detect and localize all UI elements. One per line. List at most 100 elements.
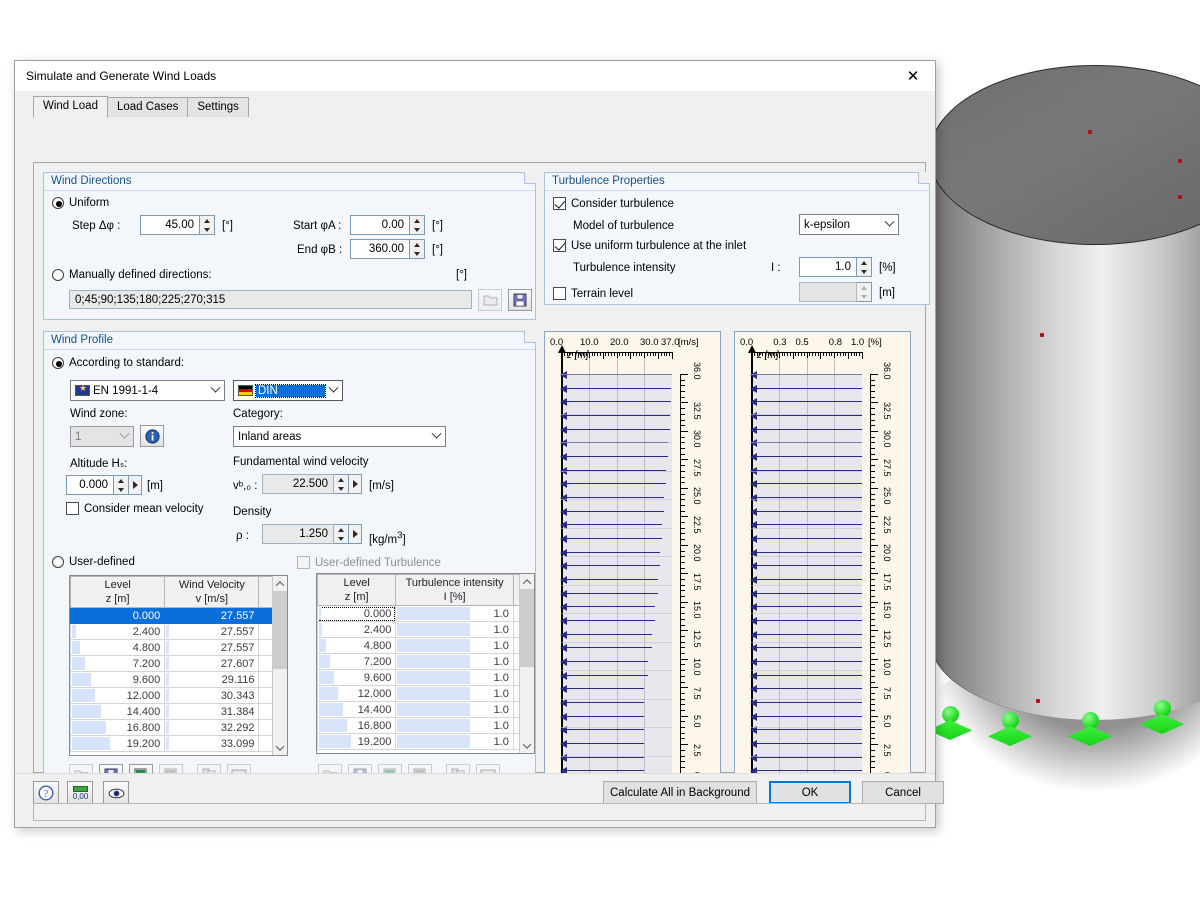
table-row[interactable]: 2.40027.557 (71, 624, 287, 640)
table-row[interactable]: 4.8001.0 (318, 638, 534, 654)
manual-directions-radio[interactable]: Manually defined directions: (52, 269, 212, 281)
table-cell-z[interactable]: 2.400 (318, 622, 396, 638)
table-row[interactable]: 9.6001.0 (318, 670, 534, 686)
density-input[interactable]: 1.250 (262, 524, 334, 544)
category-select[interactable]: Inland areas (233, 426, 446, 447)
end-angle-input[interactable]: 360.00 (350, 239, 410, 259)
table-cell-z[interactable]: 2.400 (71, 624, 165, 640)
wind-velocity-chart[interactable]: 0.010.020.030.037.0[m/s]z [m]0.02.55.07.… (544, 331, 721, 813)
table-cell-z[interactable]: 7.200 (71, 656, 165, 672)
table-cell-z[interactable]: 16.800 (71, 720, 165, 736)
scroll-up-icon[interactable] (273, 576, 287, 591)
table-row[interactable]: 2.4001.0 (318, 622, 534, 638)
consider-mean-velocity-checkbox[interactable]: Consider mean velocity (66, 502, 204, 515)
table-row[interactable]: 4.80027.557 (71, 640, 287, 656)
cancel-button[interactable]: Cancel (862, 781, 944, 804)
units-button[interactable]: 0,00 (67, 781, 93, 805)
wind-velocity-table[interactable]: Levelz [m] Wind Velocityv [m/s] 0.00027.… (69, 575, 288, 756)
table-cell-z[interactable]: 9.600 (71, 672, 165, 688)
table-cell-i[interactable]: 1.0 (396, 670, 514, 686)
table-row[interactable]: 7.20027.607 (71, 656, 287, 672)
table-cell-z[interactable]: 9.600 (318, 670, 396, 686)
table-cell-v[interactable]: 29.116 (165, 672, 259, 688)
table-row[interactable]: 12.00030.343 (71, 688, 287, 704)
help-button[interactable]: ? (33, 781, 59, 805)
table-cell-z[interactable]: 12.000 (71, 688, 165, 704)
table-row[interactable]: 19.2001.0 (318, 734, 534, 750)
table-row[interactable]: 14.40031.384 (71, 704, 287, 720)
close-icon[interactable]: ✕ (891, 61, 935, 91)
table-cell-i[interactable]: 1.0 (396, 734, 514, 750)
manual-directions-input[interactable]: 0;45;90;135;180;225;270;315 (69, 290, 472, 309)
table-row[interactable]: 14.4001.0 (318, 702, 534, 718)
altitude-picker-button[interactable] (129, 475, 142, 495)
table-row[interactable]: 16.80032.292 (71, 720, 287, 736)
table-cell-z[interactable]: 12.000 (318, 686, 396, 702)
turbulence-intensity-table[interactable]: Levelz [m] Turbulence intensityI [%] 0.0… (316, 573, 535, 754)
user-defined-radio[interactable]: User-defined (52, 556, 135, 568)
table-row[interactable]: 0.0001.0 (318, 606, 534, 622)
wind-zone-info-button[interactable] (140, 425, 164, 447)
tab-settings[interactable]: Settings (187, 97, 249, 117)
standard-select[interactable]: EN 1991-1-4 (70, 380, 225, 401)
terrain-level-checkbox[interactable]: Terrain level (553, 287, 633, 300)
turbulence-intensity-chart[interactable]: 0.00.30.50.81.0[%]z [m]0.02.55.07.510.01… (734, 331, 911, 813)
table-cell-i[interactable]: 1.0 (396, 718, 514, 734)
table-row[interactable]: 0.00027.557 (71, 608, 287, 624)
calculate-all-in-background-button[interactable]: Calculate All in Background (603, 781, 757, 804)
table-cell-z[interactable]: 0.000 (71, 608, 165, 624)
uniform-radio[interactable]: Uniform (52, 197, 109, 209)
table-cell-i[interactable]: 1.0 (396, 702, 514, 718)
vb0-spinner[interactable] (334, 474, 349, 494)
consider-turbulence-checkbox[interactable]: Consider turbulence (553, 197, 674, 210)
dialog-titlebar[interactable]: Simulate and Generate Wind Loads ✕ (15, 61, 935, 92)
altitude-input[interactable]: 0.000 (66, 475, 114, 495)
turbulence-intensity-input[interactable]: 1.0 (799, 257, 857, 277)
table-cell-z[interactable]: 19.200 (71, 736, 165, 752)
density-picker-button[interactable] (349, 524, 362, 544)
table-row[interactable]: 9.60029.116 (71, 672, 287, 688)
table-cell-v[interactable]: 31.384 (165, 704, 259, 720)
table-cell-v[interactable]: 27.557 (165, 640, 259, 656)
table-cell-z[interactable]: 7.200 (318, 654, 396, 670)
table-cell-v[interactable]: 30.343 (165, 688, 259, 704)
model-of-turbulence-select[interactable]: k-epsilon (799, 214, 899, 235)
table-cell-z[interactable]: 4.800 (71, 640, 165, 656)
scroll-down-icon[interactable] (273, 740, 287, 755)
table-row[interactable]: 19.20033.099 (71, 736, 287, 752)
table-cell-v[interactable]: 33.099 (165, 736, 259, 752)
table-cell-v[interactable]: 27.557 (165, 608, 259, 624)
table-row[interactable]: 7.2001.0 (318, 654, 534, 670)
manual-export-button[interactable] (508, 289, 532, 311)
turbulence-table-scrollbar[interactable] (519, 574, 534, 753)
according-to-standard-radio[interactable]: According to standard: (52, 357, 184, 369)
vb0-input[interactable]: 22.500 (262, 474, 334, 494)
table-row[interactable]: 16.8001.0 (318, 718, 534, 734)
table-cell-z[interactable]: 14.400 (318, 702, 396, 718)
turbulence-intensity-spinner[interactable] (857, 257, 872, 277)
wind-zone-select[interactable]: 1 (70, 426, 134, 447)
view-button[interactable] (103, 781, 129, 805)
table-cell-i[interactable]: 1.0 (396, 654, 514, 670)
table-cell-i[interactable]: 1.0 (396, 622, 514, 638)
step-input[interactable]: 45.00 (140, 215, 200, 235)
table-cell-z[interactable]: 14.400 (71, 704, 165, 720)
start-angle-spinner[interactable] (410, 215, 425, 235)
table-cell-v[interactable]: 27.607 (165, 656, 259, 672)
density-spinner[interactable] (334, 524, 349, 544)
table-cell-z[interactable]: 4.800 (318, 638, 396, 654)
scroll-down-icon[interactable] (520, 738, 534, 753)
vb0-picker-button[interactable] (349, 474, 362, 494)
table-cell-i[interactable]: 1.0 (396, 638, 514, 654)
scroll-up-icon[interactable] (520, 574, 534, 589)
table-cell-v[interactable]: 27.557 (165, 624, 259, 640)
uniform-inlet-checkbox[interactable]: Use uniform turbulence at the inlet (553, 239, 746, 252)
table-cell-z[interactable]: 0.000 (318, 606, 396, 622)
national-annex-select[interactable]: DIN (233, 380, 343, 401)
ok-button[interactable]: OK (769, 781, 851, 804)
table-cell-z[interactable]: 19.200 (318, 734, 396, 750)
manual-import-button[interactable] (478, 289, 502, 311)
tab-wind-load[interactable]: Wind Load (33, 96, 108, 118)
table-cell-i[interactable]: 1.0 (396, 606, 514, 622)
velocity-table-scrollbar[interactable] (272, 576, 287, 755)
